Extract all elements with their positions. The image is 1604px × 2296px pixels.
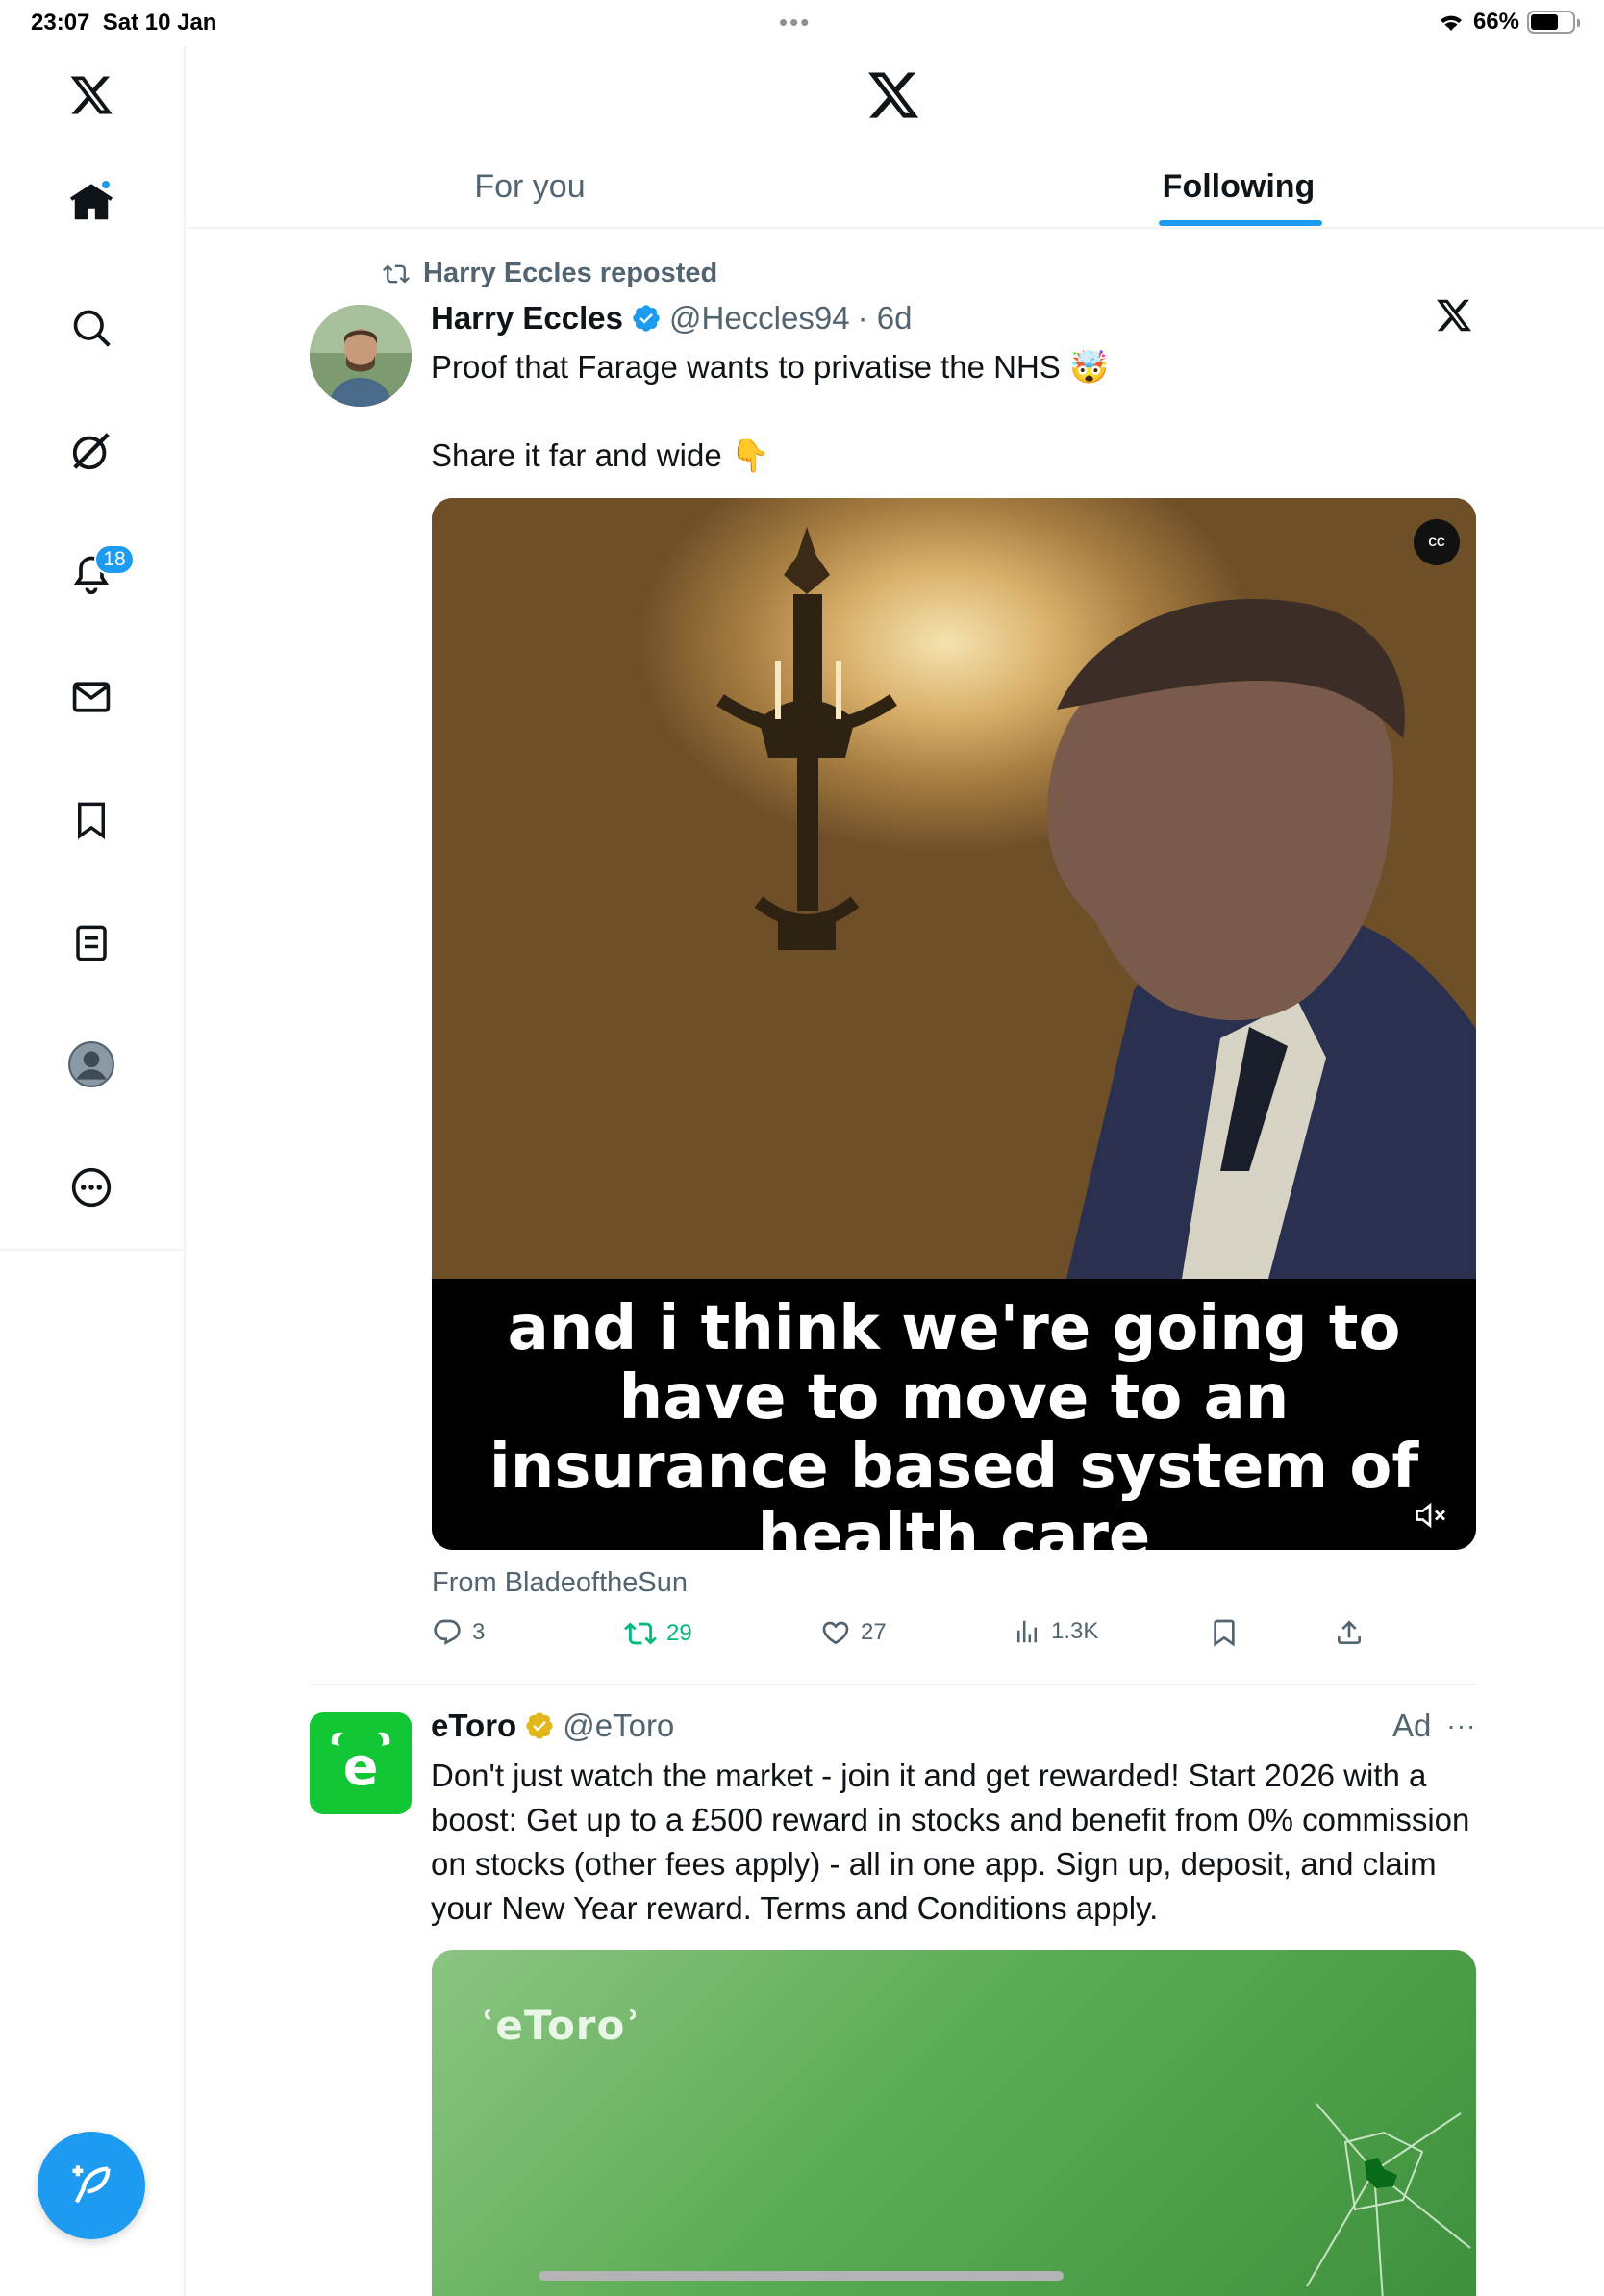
avatar-icon[interactable] [63, 1036, 119, 1092]
cracked-glass-graphic [1306, 2103, 1471, 2296]
mute-icon[interactable] [1413, 1498, 1447, 1533]
active-tab-indicator [1159, 220, 1322, 226]
tweet-text-line2: Share it far and wide 👇 [431, 437, 770, 473]
ad-text: Don't just watch the market - join it an… [431, 1758, 1470, 1926]
search-icon[interactable] [63, 300, 119, 356]
etoro-avatar[interactable]: e [310, 1712, 412, 1814]
grok-icon[interactable] [63, 423, 119, 479]
status-right: 66% [1437, 9, 1580, 36]
tweet-divider [310, 1684, 1477, 1685]
repost-context[interactable]: Harry Eccles reposted [381, 258, 717, 289]
share-icon [1338, 1620, 1361, 1644]
closed-captions-icon[interactable]: CC [1414, 519, 1460, 565]
list-icon[interactable] [63, 915, 119, 971]
views-icon [1017, 1620, 1037, 1643]
svg-text:e: e [343, 1736, 379, 1797]
tab-for-you[interactable]: For you [187, 144, 873, 229]
header-x-logo-icon[interactable] [865, 67, 921, 123]
home-icon[interactable] [63, 175, 119, 231]
home-indicator[interactable] [539, 2271, 1064, 2281]
reply-icon [434, 1619, 461, 1645]
bookmark-button[interactable] [1209, 1617, 1240, 1648]
grok-x-button-icon[interactable] [1435, 296, 1481, 342]
tweet-time[interactable]: · 6d [858, 300, 913, 337]
bookmark-icon[interactable] [63, 792, 119, 848]
views-button[interactable]: 1.3K [1013, 1617, 1098, 1646]
timeline-tabs: For you Following [187, 144, 1604, 229]
heart-icon [822, 1621, 849, 1645]
multitasking-dots[interactable]: ••• [779, 10, 811, 35]
bell-icon[interactable]: 18 [63, 544, 135, 602]
x-logo-icon[interactable] [63, 67, 119, 123]
ad-label: Ad [1392, 1708, 1432, 1743]
gold-verified-badge-icon [526, 1712, 553, 1739]
reply-button[interactable]: 3 [432, 1617, 485, 1648]
battery-icon [1527, 11, 1580, 34]
ad-author-name[interactable]: eToro [431, 1708, 516, 1744]
verified-badge-icon [633, 305, 660, 332]
tab-following[interactable]: Following [873, 144, 1604, 229]
notifications-badge: 18 [94, 544, 135, 575]
home-unread-dot [100, 179, 112, 190]
sidebar: 18 [0, 46, 186, 2296]
mail-icon[interactable] [63, 669, 119, 725]
more-options-icon[interactable]: ··· [1446, 1710, 1476, 1741]
repost-button[interactable]: 29 [624, 1617, 692, 1650]
tweet-video[interactable]: CC and i think we're going to have to mo… [432, 498, 1476, 1550]
compose-feather-icon [72, 2165, 111, 2204]
tweet-text-line1: Proof that Farage wants to privatise the… [431, 349, 1110, 385]
more-circle-icon[interactable] [63, 1160, 119, 1215]
repost-icon [624, 1622, 657, 1645]
repost-icon [383, 264, 410, 283]
ad-author-line: eToro @eToro [431, 1708, 674, 1744]
video-caption: and i think we're going to have to move … [432, 1279, 1476, 1550]
author-handle[interactable]: @Heccles94 [669, 300, 850, 337]
tweet-actions: 3 29 27 1.3K [432, 1617, 1476, 1658]
ad-author-handle[interactable]: @eToro [563, 1708, 674, 1744]
wifi-icon [1440, 15, 1462, 31]
compose-button[interactable] [38, 2132, 145, 2239]
media-source[interactable]: From BladeoftheSun [432, 1567, 688, 1599]
author-avatar[interactable] [310, 305, 412, 407]
bookmark-icon [1214, 1619, 1235, 1647]
like-button[interactable]: 27 [820, 1617, 887, 1648]
etoro-wordmark: ʿeToroʾ [480, 2002, 641, 2049]
author-name[interactable]: Harry Eccles [431, 300, 623, 337]
tweet-author-line: Harry Eccles @Heccles94 · 6d [431, 300, 912, 337]
battery-percent: 66% [1472, 9, 1519, 35]
video-frame [432, 498, 1476, 1279]
sidebar-divider [0, 1249, 186, 1251]
ad-media[interactable]: ʿeToroʾ [432, 1950, 1476, 2296]
share-button[interactable] [1334, 1617, 1365, 1648]
status-bar: 23:07 Sat 10 Jan ••• 66% [0, 0, 1604, 46]
status-time: 23:07 Sat 10 Jan [31, 10, 217, 36]
ad-label-row: Ad ··· [1392, 1708, 1476, 1744]
